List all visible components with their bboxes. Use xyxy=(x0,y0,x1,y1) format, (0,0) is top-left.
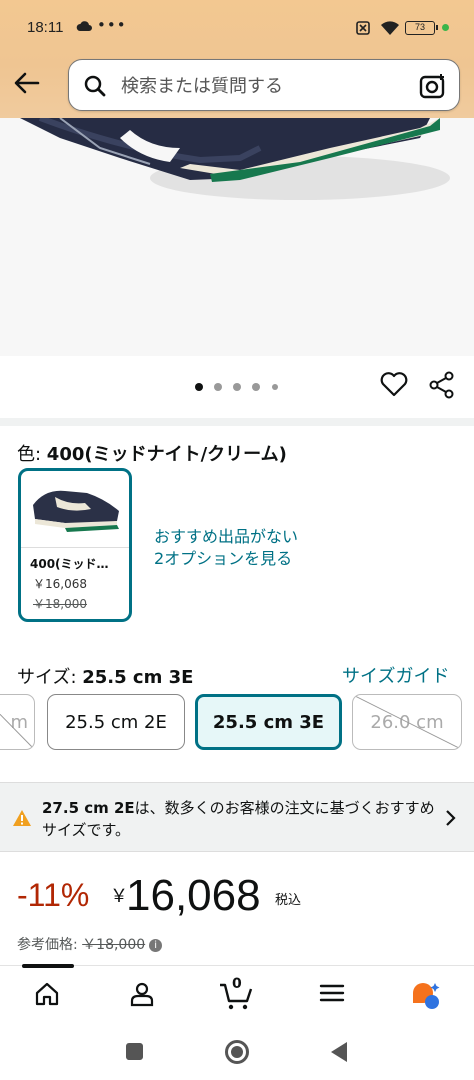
carousel-dot[interactable] xyxy=(233,383,241,391)
carousel-dot[interactable] xyxy=(214,383,222,391)
app-header: 18:11 ••• 73 xyxy=(0,0,474,118)
notification-dots: ••• xyxy=(97,16,127,34)
cloud-icon xyxy=(76,21,92,31)
tax-label: 税込 xyxy=(275,893,302,908)
info-icon[interactable]: i xyxy=(149,938,163,952)
color-label: 色: 400(ミッドナイト/クリーム) xyxy=(17,440,287,466)
sim-off-icon xyxy=(356,21,370,35)
system-navigation-bar xyxy=(0,1025,474,1080)
reference-price: 参考価格: ￥18,000 i xyxy=(17,934,163,954)
carousel-dot[interactable] xyxy=(252,383,260,391)
rufus-assistant-icon[interactable] xyxy=(410,981,442,1011)
image-carousel-controls xyxy=(0,356,474,418)
unavailable-strike xyxy=(0,713,34,749)
size-option-unavailable[interactable]: m xyxy=(0,694,35,750)
status-bar: 18:11 ••• 73 xyxy=(0,0,474,56)
notice-text: 27.5 cm 2Eは、数多くのお客様の注文に基づくおすすめサイズです。 xyxy=(42,797,442,841)
color-label-prefix: 色: xyxy=(17,444,47,465)
chevron-right-icon xyxy=(446,810,456,826)
heart-icon[interactable] xyxy=(380,371,408,397)
size-recommendation-banner[interactable]: 27.5 cm 2Eは、数多くのお客様の注文に基づくおすすめサイズです。 xyxy=(0,782,474,852)
reference-price-label: 参考価格: xyxy=(17,937,83,953)
wifi-icon xyxy=(381,21,399,35)
size-guide-link[interactable]: サイズガイド xyxy=(342,662,449,688)
size-option-25-5-3e[interactable]: 25.5 cm 3E xyxy=(195,694,342,750)
size-value: 25.5 cm 3E xyxy=(82,667,194,688)
unavailable-strike xyxy=(353,695,461,749)
color-swatch-selected[interactable]: 400(ミッド… ￥16,068 ￥18,000 xyxy=(18,468,132,622)
search-icon xyxy=(84,75,106,97)
product-image[interactable] xyxy=(0,118,474,356)
back-button[interactable] xyxy=(331,1042,347,1062)
cart-count: 0 xyxy=(232,976,242,992)
carousel-dot[interactable] xyxy=(195,383,203,391)
search-input[interactable] xyxy=(119,72,409,100)
swatch-divider xyxy=(21,547,129,548)
active-tab-indicator xyxy=(22,964,74,968)
back-arrow-icon[interactable] xyxy=(12,68,42,98)
price-amount: 16,068 xyxy=(126,871,261,920)
camera-search-icon[interactable] xyxy=(419,73,447,99)
swatch-name: 400(ミッド… xyxy=(30,557,109,571)
swatch-list-price: ￥18,000 xyxy=(33,597,87,611)
status-time: 18:11 xyxy=(27,19,64,36)
more-options-link[interactable]: おすすめ出品がない 2オプションを見る xyxy=(154,526,298,570)
account-icon[interactable] xyxy=(129,981,155,1007)
color-value: 400(ミッドナイト/クリーム) xyxy=(46,444,287,465)
carousel-dot[interactable] xyxy=(272,384,278,390)
menu-icon[interactable] xyxy=(319,981,345,1005)
notice-bold: 27.5 cm 2E xyxy=(42,799,135,817)
divider xyxy=(0,418,474,426)
discount-percent: -11% xyxy=(17,877,90,913)
cart-tab[interactable]: 0 xyxy=(218,976,254,1011)
recent-apps-button[interactable] xyxy=(126,1043,143,1060)
size-option-26-0[interactable]: 26.0 cm xyxy=(352,694,462,750)
status-dot xyxy=(442,24,449,31)
more-options-line: 2オプションを見る xyxy=(154,549,293,568)
bottom-tab-bar: 0 xyxy=(0,964,474,1025)
size-label-prefix: サイズ: xyxy=(17,667,83,688)
size-option-label: 25.5 cm 3E xyxy=(212,711,325,733)
search-box[interactable] xyxy=(68,59,460,111)
swatch-price: ￥16,068 xyxy=(33,577,87,591)
size-label: サイズ: 25.5 cm 3E xyxy=(17,663,193,689)
swatch-shoe-image xyxy=(33,490,119,532)
more-options-line: おすすめ出品がない xyxy=(154,527,299,546)
reference-price-value: ￥18,000 xyxy=(82,937,146,953)
warning-icon xyxy=(13,810,31,826)
home-button[interactable] xyxy=(225,1040,249,1064)
battery-indicator: 73 xyxy=(405,21,438,35)
home-icon[interactable] xyxy=(34,981,60,1007)
size-option-label: 25.5 cm 2E xyxy=(65,711,167,733)
share-icon[interactable] xyxy=(428,371,456,399)
size-option-25-5-2e[interactable]: 25.5 cm 2E xyxy=(47,694,185,750)
shoe-image xyxy=(20,118,450,200)
